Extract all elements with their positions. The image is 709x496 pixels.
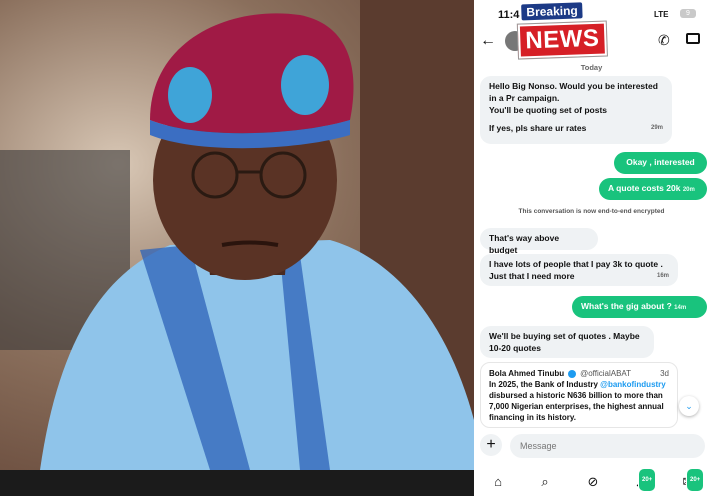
message-line: If yes, pls share ur rates bbox=[489, 123, 587, 133]
message-outgoing[interactable]: A quote costs 20k 20m bbox=[599, 178, 707, 200]
message-line: Hello Big Nonso. Would you be interested bbox=[489, 81, 658, 91]
breaking-label: Breaking bbox=[521, 2, 583, 21]
message-text: What's the gig about ? bbox=[581, 301, 672, 311]
quoted-post-handle: @officialABAT bbox=[580, 369, 632, 378]
messages-badge: 20+ bbox=[686, 468, 705, 492]
quoted-post-text: In 2025, the Bank of Industry bbox=[489, 380, 598, 389]
quoted-post-age: 3d bbox=[660, 369, 669, 378]
search-icon[interactable]: ⌕ bbox=[535, 472, 555, 492]
message-line: You'll be quoting set of posts bbox=[489, 105, 608, 115]
message-line: Just that I need more bbox=[489, 271, 575, 281]
network-label: LTE bbox=[654, 10, 669, 19]
message-timestamp: 29m bbox=[650, 125, 663, 131]
scroll-down-icon[interactable]: ⌄ bbox=[679, 396, 699, 416]
message-outgoing[interactable]: What's the gig about ? 14m bbox=[572, 296, 707, 318]
message-timestamp: 14m bbox=[674, 305, 687, 311]
video-icon[interactable] bbox=[686, 33, 700, 44]
grok-icon[interactable]: ⊘ bbox=[583, 472, 603, 492]
message-incoming[interactable]: That's way above budget bbox=[480, 228, 598, 255]
message-incoming[interactable]: Hello Big Nonso. Would you be interested… bbox=[480, 76, 672, 144]
message-line: in a Pr campaign. bbox=[489, 93, 560, 103]
home-icon[interactable]: ⌂ bbox=[488, 472, 508, 492]
notifications-tab[interactable]: ♫ 20+ bbox=[630, 468, 657, 492]
day-divider: Today bbox=[580, 63, 603, 72]
message-text: A quote costs 20k bbox=[608, 183, 681, 193]
screenshot-root: 11:4 LTE 9 ← ✆ Today Hello Big Nonso. Wo… bbox=[0, 0, 709, 496]
message-timestamp: 16m bbox=[656, 273, 669, 279]
news-label: NEWS bbox=[517, 21, 607, 59]
status-time: 11:4 bbox=[498, 9, 520, 21]
breaking-news-sticker: Breaking NEWS bbox=[517, 1, 609, 59]
message-line: We'll be buying set of quotes . Maybe bbox=[489, 331, 640, 341]
arrow-left-icon[interactable]: ← bbox=[480, 32, 496, 50]
quoted-post-body: In 2025, the Bank of Industry @bankofind… bbox=[489, 379, 669, 423]
quoted-post-text-continued: disbursed a historic N636 billion to mor… bbox=[489, 391, 664, 422]
notifications-badge: 20+ bbox=[638, 468, 657, 492]
message-line: 10-20 quotes bbox=[489, 343, 541, 353]
message-text: That's way above budget bbox=[489, 233, 560, 255]
battery-icon: 9 bbox=[680, 9, 696, 18]
bottom-tab-bar: ⌂ ⌕ ⊘ ♫ 20+ ✉ 20+ bbox=[474, 468, 709, 496]
quoted-post-card[interactable]: Bola Ahmed Tinubu @officialABAT 3d In 20… bbox=[480, 362, 678, 428]
photo-letterbox bbox=[0, 470, 474, 496]
message-timestamp: 20m bbox=[682, 187, 695, 193]
portrait-illustration bbox=[0, 0, 474, 470]
portrait-photo bbox=[0, 0, 474, 470]
messages-tab[interactable]: ✉ 20+ bbox=[678, 468, 705, 492]
message-text: Okay , interested bbox=[626, 157, 695, 167]
phone-icon[interactable]: ✆ bbox=[658, 32, 670, 49]
message-composer: + bbox=[480, 434, 709, 460]
message-incoming[interactable]: I have lots of people that I pay 3k to q… bbox=[480, 254, 678, 286]
message-input[interactable] bbox=[510, 434, 705, 458]
message-incoming[interactable]: We'll be buying set of quotes . Maybe 10… bbox=[480, 326, 654, 358]
quoted-post-mention[interactable]: @bankofindustry bbox=[600, 380, 666, 389]
message-outgoing[interactable]: Okay , interested bbox=[614, 152, 707, 174]
quoted-post-author: Bola Ahmed Tinubu bbox=[489, 369, 565, 378]
message-line: I have lots of people that I pay 3k to q… bbox=[489, 259, 663, 269]
verified-badge-icon bbox=[568, 369, 577, 378]
encryption-note: This conversation is now end-to-end encr… bbox=[518, 208, 665, 215]
plus-icon[interactable]: + bbox=[480, 434, 502, 456]
quoted-post-author-row: Bola Ahmed Tinubu @officialABAT 3d bbox=[489, 368, 669, 379]
